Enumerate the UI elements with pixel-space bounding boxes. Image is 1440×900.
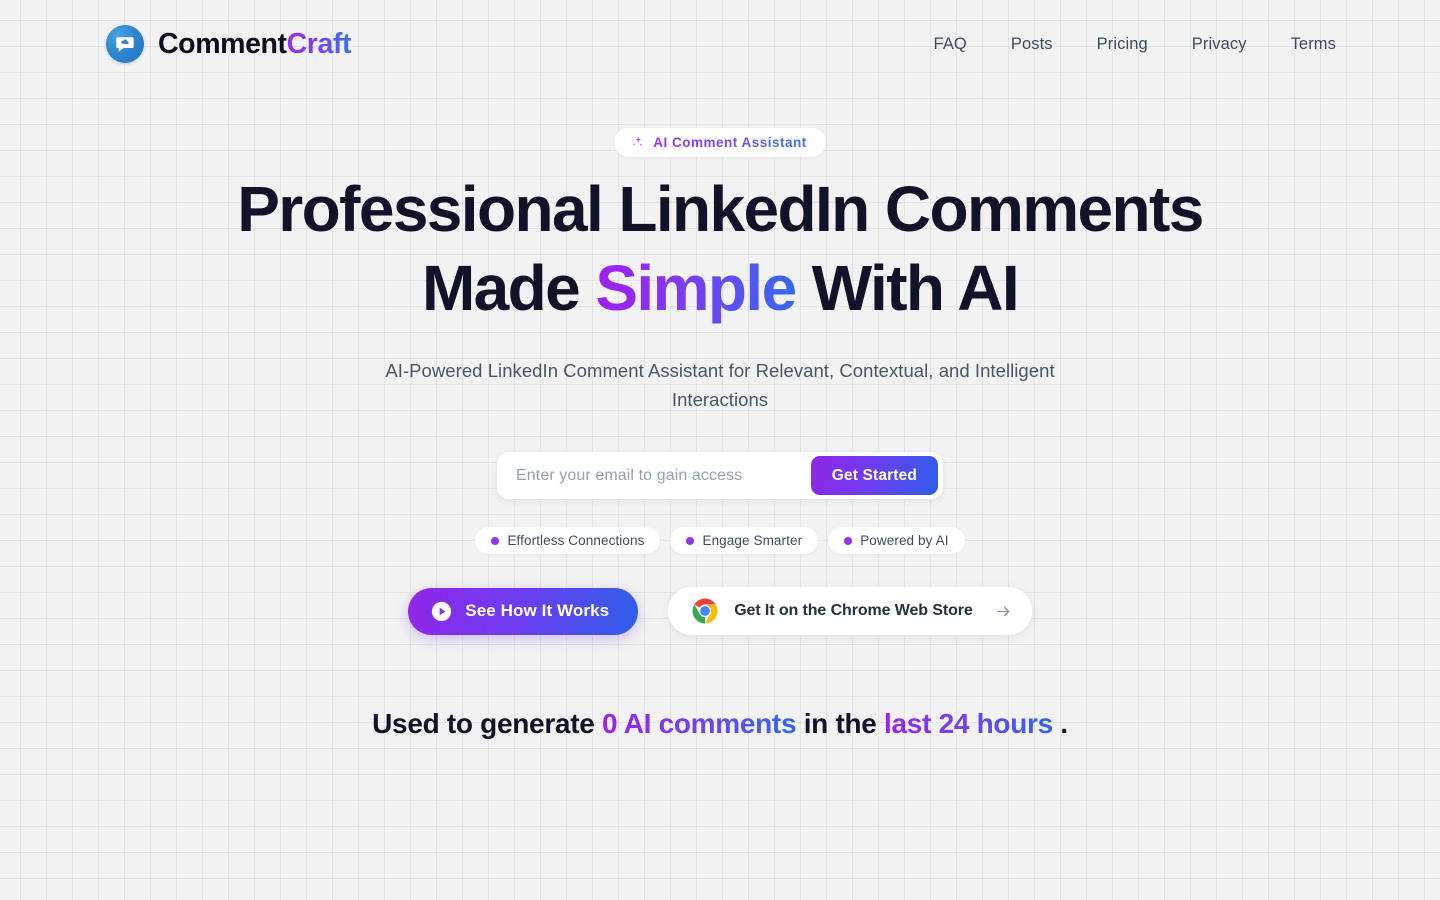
headline-accent-word: Simple bbox=[595, 252, 797, 324]
nav-item-terms[interactable]: Terms bbox=[1291, 35, 1336, 54]
site-header: CommentCraft FAQ Posts Pricing Privacy T… bbox=[0, 0, 1440, 88]
nav-item-pricing[interactable]: Pricing bbox=[1097, 35, 1148, 54]
feature-pill-label: Effortless Connections bbox=[507, 533, 645, 549]
brand-name-accent: Craft bbox=[286, 27, 352, 60]
dot-icon bbox=[491, 536, 500, 545]
hero-badge-label: AI Comment Assistant bbox=[653, 135, 807, 150]
nav-item-privacy[interactable]: Privacy bbox=[1192, 35, 1247, 54]
stat-middle: in the bbox=[796, 708, 885, 740]
sparkles-icon bbox=[632, 136, 643, 146]
stat-suffix: . bbox=[1052, 708, 1068, 740]
chrome-web-store-label: Get It on the Chrome Web Store bbox=[734, 602, 973, 620]
feature-pill-engage-smarter: Engage Smarter bbox=[670, 527, 819, 555]
headline-suffix: With AI bbox=[795, 252, 1020, 324]
feature-pill-effortless-connections: Effortless Connections bbox=[475, 527, 661, 555]
chrome-icon bbox=[692, 598, 718, 624]
arrow-right-icon bbox=[996, 606, 1010, 617]
hero-subtitle: AI-Powered LinkedIn Comment Assistant fo… bbox=[385, 360, 1055, 410]
hero-badge: AI Comment Assistant bbox=[614, 128, 826, 157]
headline-prefix: Made bbox=[421, 252, 596, 324]
brand-name-primary: Comment bbox=[158, 27, 287, 60]
stat-time-period: last 24 hours bbox=[884, 708, 1053, 740]
headline-line-2: Made Simple With AI bbox=[237, 256, 1203, 320]
brand-name: CommentCraft bbox=[158, 27, 352, 60]
feature-pill-label: Engage Smarter bbox=[702, 533, 803, 549]
dot-icon bbox=[844, 536, 853, 545]
feature-pill-powered-by-ai: Powered by AI bbox=[828, 527, 965, 555]
headline-line-1: Professional LinkedIn Comments bbox=[237, 173, 1204, 245]
nav-item-posts[interactable]: Posts bbox=[1011, 35, 1053, 54]
email-signup-form: Get Started bbox=[497, 452, 943, 500]
stat-prefix: Used to generate bbox=[372, 708, 602, 740]
play-circle-icon bbox=[432, 601, 452, 621]
stat-comment-count: 0 AI comments bbox=[601, 708, 797, 740]
main-navigation: FAQ Posts Pricing Privacy Terms bbox=[934, 35, 1336, 54]
nav-item-faq[interactable]: FAQ bbox=[934, 35, 967, 54]
see-how-it-works-label: See How It Works bbox=[465, 601, 610, 621]
chat-bubble-icon bbox=[106, 25, 144, 63]
cta-button-row: See How It Works Get It on the Chrome We… bbox=[408, 587, 1032, 636]
usage-stat-line: Used to generate 0 AI comments in the la… bbox=[372, 708, 1068, 740]
feature-pill-list: Effortless Connections Engage Smarter Po… bbox=[440, 527, 1000, 555]
page-title: Professional LinkedIn Comments Made Simp… bbox=[237, 177, 1204, 320]
brand-logo[interactable]: CommentCraft bbox=[106, 25, 352, 63]
email-input[interactable] bbox=[497, 466, 811, 485]
chrome-web-store-button[interactable]: Get It on the Chrome Web Store bbox=[668, 587, 1032, 636]
dot-icon bbox=[686, 536, 695, 545]
get-started-button[interactable]: Get Started bbox=[810, 456, 938, 496]
hero-section: AI Comment Assistant Professional Linked… bbox=[0, 88, 1440, 740]
feature-pill-label: Powered by AI bbox=[860, 533, 949, 549]
see-how-it-works-button[interactable]: See How It Works bbox=[408, 587, 639, 635]
